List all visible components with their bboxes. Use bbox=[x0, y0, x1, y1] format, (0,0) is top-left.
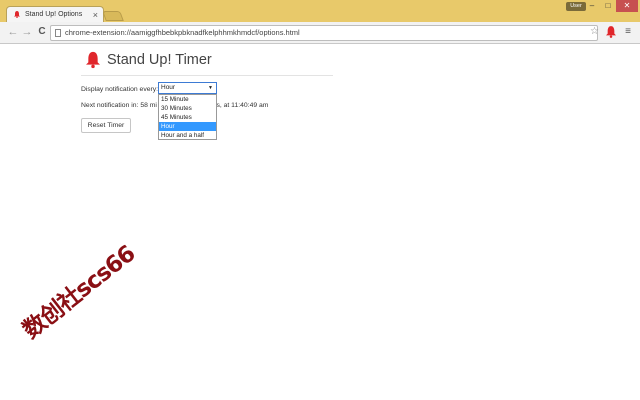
next-notification-suffix: ls, at 11:40:49 am bbox=[214, 102, 269, 109]
back-button[interactable]: ← bbox=[6, 25, 20, 39]
close-window-button[interactable]: ✕ bbox=[616, 0, 638, 12]
maximize-button[interactable]: □ bbox=[600, 0, 616, 12]
address-bar[interactable]: chrome-extension://aamiggfhbebkpbknadfke… bbox=[50, 25, 598, 41]
frequency-option[interactable]: 30 Minutes bbox=[159, 104, 216, 113]
frequency-option-selected[interactable]: Hour bbox=[159, 122, 216, 131]
bookmark-star-icon[interactable]: ☆ bbox=[590, 26, 602, 38]
page-content: Stand Up! Timer Display notification eve… bbox=[0, 45, 640, 400]
frequency-option[interactable]: 15 Minute bbox=[159, 95, 216, 104]
bell-icon bbox=[14, 11, 20, 18]
frequency-option[interactable]: Hour and a half bbox=[159, 131, 216, 140]
browser-tab[interactable]: Stand Up! Options × bbox=[6, 6, 104, 23]
next-notification-prefix: Next notification in: 58 mi bbox=[81, 102, 157, 109]
tab-title: Stand Up! Options bbox=[25, 11, 83, 18]
frequency-option[interactable]: 45 Minutes bbox=[159, 113, 216, 122]
frequency-select[interactable]: Hour ▼ bbox=[158, 82, 217, 94]
bell-icon bbox=[86, 51, 100, 69]
window-controls: – □ ✕ bbox=[584, 0, 638, 12]
frequency-selected-value: Hour bbox=[161, 84, 176, 91]
frequency-options-list: 15 Minute 30 Minutes 45 Minutes Hour Hou… bbox=[158, 94, 217, 140]
dropdown-arrow-icon: ▼ bbox=[208, 85, 213, 91]
new-tab-button[interactable] bbox=[102, 11, 124, 21]
forward-button[interactable]: → bbox=[20, 25, 34, 39]
window-titlebar: Stand Up! Options × User – □ ✕ bbox=[0, 0, 640, 23]
reset-timer-button[interactable]: Reset Timer bbox=[81, 118, 131, 133]
tab-close-icon[interactable]: × bbox=[93, 7, 98, 23]
minimize-button[interactable]: – bbox=[584, 0, 600, 12]
user-profile-badge[interactable]: User bbox=[566, 2, 586, 11]
reload-button[interactable]: C bbox=[35, 25, 49, 39]
browser-menu-icon[interactable]: ≡ bbox=[622, 26, 634, 38]
browser-toolbar: ← → C chrome-extension://aamiggfhbebkpbk… bbox=[0, 22, 640, 44]
page-title: Stand Up! Timer bbox=[107, 52, 212, 68]
extension-bell-icon[interactable] bbox=[606, 26, 616, 38]
page-icon bbox=[55, 29, 61, 37]
address-text: chrome-extension://aamiggfhbebkpbknadfke… bbox=[65, 28, 300, 37]
header-divider bbox=[81, 75, 333, 76]
frequency-label: Display notification every: bbox=[81, 86, 159, 93]
